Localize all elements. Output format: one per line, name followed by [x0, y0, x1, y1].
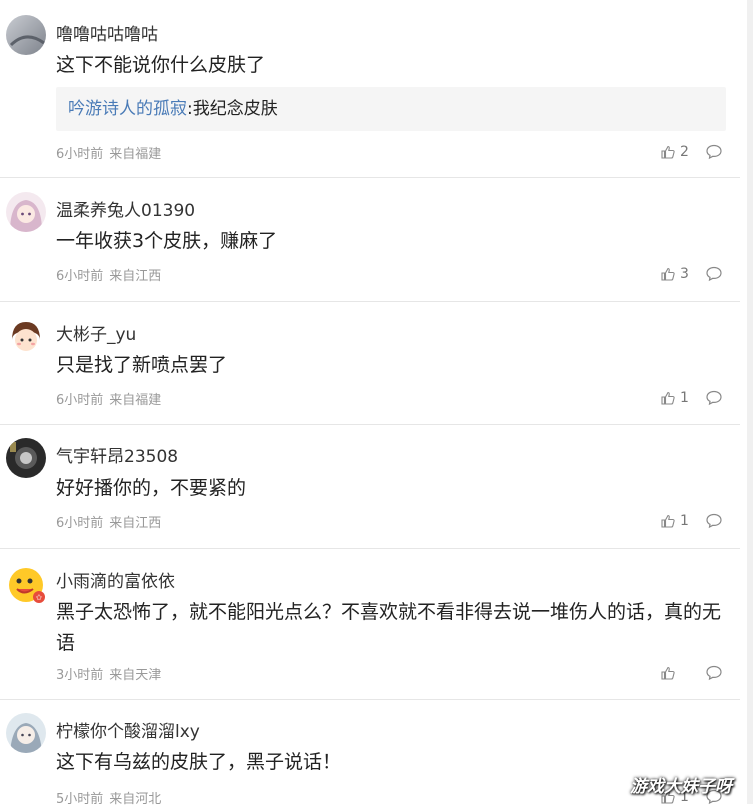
comment-text: 好好播你的，不要紧的: [56, 477, 247, 499]
comment-meta: 5小时前 来自河北: [56, 788, 161, 807]
avatar[interactable]: [6, 713, 46, 753]
comment-location: 来自江西: [109, 516, 162, 531]
comment-time: 3小时前: [56, 668, 104, 683]
comment-time: 6小时前: [56, 516, 104, 531]
thumbs-up-icon: [661, 145, 675, 159]
divider: [0, 177, 740, 178]
comment-meta: 6小时前 来自江西: [56, 512, 161, 531]
comment-location: 来自天津: [109, 668, 162, 683]
reply-button[interactable]: [705, 265, 723, 283]
avatar[interactable]: [6, 15, 46, 55]
comment-meta: 6小时前 来自江西: [56, 265, 161, 284]
comment-location: 来自福建: [109, 147, 162, 162]
like-button[interactable]: 1: [660, 512, 689, 530]
comment-username[interactable]: 大彬子_yu: [56, 320, 136, 345]
quoted-username[interactable]: 吟游诗人的孤寂: [68, 99, 187, 119]
comment-location: 来自江西: [109, 269, 162, 284]
comment-text: 这下有乌兹的皮肤了，黑子说话！: [56, 751, 342, 773]
reply-button[interactable]: [705, 389, 723, 407]
comment-bubble-icon: [706, 266, 722, 282]
divider: [0, 424, 740, 425]
avatar[interactable]: [6, 316, 46, 356]
quoted-text: :我纪念皮肤: [187, 99, 278, 119]
comment-time: 6小时前: [56, 147, 104, 162]
comment-time: 6小时前: [56, 269, 104, 284]
comment-username[interactable]: 噜噜咕咕噜咕: [56, 20, 158, 45]
comment-meta: 6小时前 来自福建: [56, 389, 161, 408]
thumbs-up-icon: [661, 267, 675, 281]
thumbs-up-icon: [661, 514, 675, 528]
comment-location: 来自福建: [109, 393, 162, 408]
comment-meta: 3小时前 来自天津: [56, 664, 161, 683]
like-button[interactable]: 2: [660, 143, 689, 161]
like-count: 1: [680, 513, 689, 529]
like-button[interactable]: 3: [660, 265, 689, 283]
like-count: 1: [680, 390, 689, 406]
avatar[interactable]: [6, 192, 46, 232]
watermark: 游戏大妹子呀: [630, 777, 732, 797]
comment-text: 黑子太恐怖了，就不能阳光点么？不喜欢就不看非得去说一堆伤人的话，真的无语: [56, 601, 722, 654]
comment-text: 只是找了新喷点罢了: [56, 354, 228, 376]
reply-button[interactable]: [705, 143, 723, 161]
avatar[interactable]: ✩: [6, 565, 46, 605]
thumbs-up-icon: [661, 391, 675, 405]
comment-time: 6小时前: [56, 393, 104, 408]
comment-time: 5小时前: [56, 792, 104, 807]
like-count: 2: [680, 144, 689, 160]
like-button[interactable]: 1: [660, 389, 689, 407]
quoted-reply[interactable]: 吟游诗人的孤寂:我纪念皮肤: [56, 87, 726, 131]
reply-button[interactable]: [705, 664, 723, 682]
comment-bubble-icon: [706, 390, 722, 406]
divider: [0, 548, 740, 549]
comment-username[interactable]: 温柔养兔人01390: [56, 196, 195, 221]
like-count: 3: [680, 266, 689, 282]
reply-button[interactable]: [705, 512, 723, 530]
comment-meta: 6小时前 来自福建: [56, 143, 161, 162]
comment-text: 一年收获3个皮肤，赚麻了: [56, 230, 278, 252]
divider: [0, 699, 740, 700]
thumbs-up-icon: [661, 666, 675, 680]
comment-text: 这下不能说你什么皮肤了: [56, 54, 266, 76]
comment-bubble-icon: [706, 665, 722, 681]
avatar[interactable]: [6, 438, 46, 478]
comment-bubble-icon: [706, 513, 722, 529]
like-button[interactable]: [660, 664, 680, 682]
comment-username[interactable]: 气宇轩昂23508: [56, 442, 178, 467]
comment-username[interactable]: 柠檬你个酸溜溜lxy: [56, 717, 200, 742]
comment-bubble-icon: [706, 144, 722, 160]
comment-location: 来自河北: [109, 792, 162, 807]
svg-text:✩: ✩: [36, 593, 43, 602]
divider: [0, 301, 740, 302]
comment-username[interactable]: 小雨滴的富依依: [56, 567, 175, 592]
scrollbar[interactable]: [747, 0, 753, 804]
